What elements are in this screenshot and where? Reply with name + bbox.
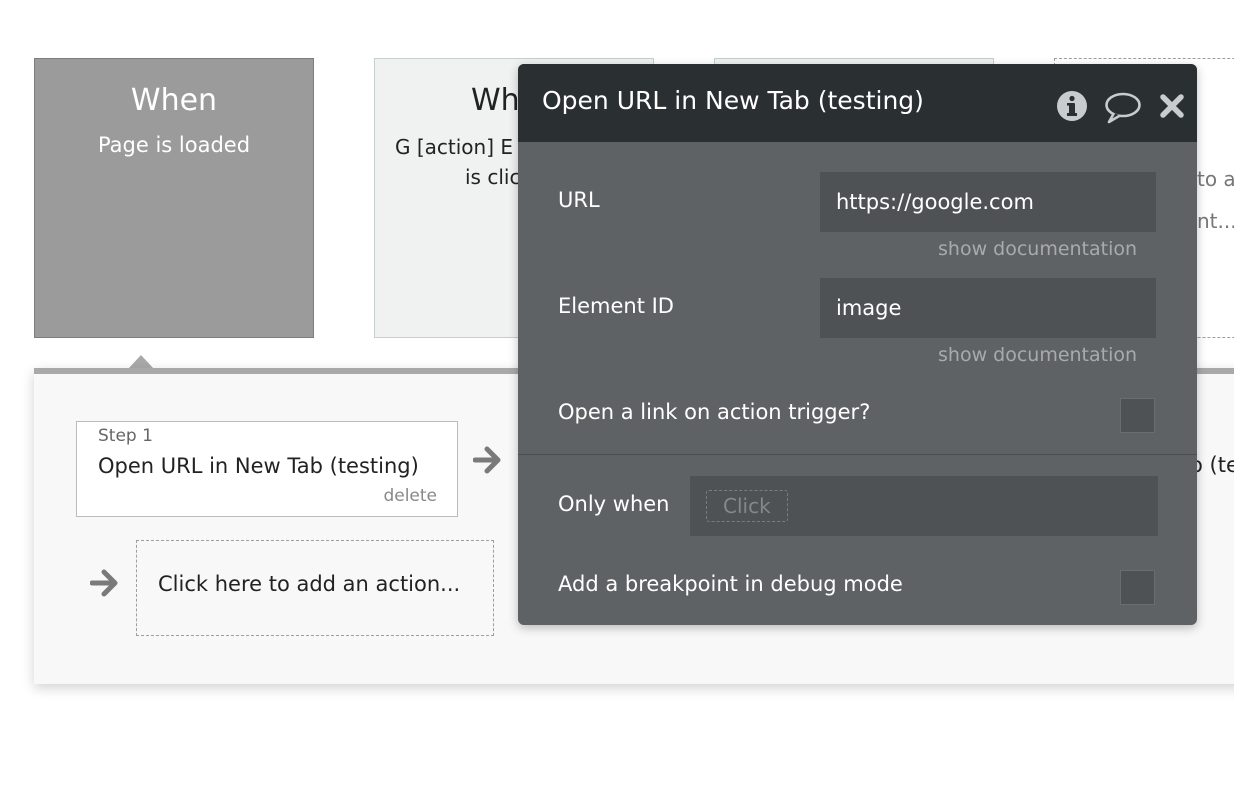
only-when-input[interactable]: Click <box>690 476 1158 536</box>
arrow-right-icon <box>89 566 120 604</box>
event-card-title: When <box>130 83 218 118</box>
event-card-subtitle: Page is loaded <box>97 133 251 157</box>
click-placeholder-chip[interactable]: Click <box>706 490 788 522</box>
add-action-button[interactable]: Click here to add an action... <box>136 540 494 636</box>
only-when-label: Only when <box>558 492 670 516</box>
breakpoint-checkbox[interactable] <box>1120 570 1155 605</box>
event-card-subtitle-line2: is clic <box>465 165 521 189</box>
add-event-text-line2: nt... <box>1197 209 1234 233</box>
element-id-show-documentation-link[interactable]: show documentation <box>938 344 1137 366</box>
url-label: URL <box>558 188 600 212</box>
panel-pointer <box>128 355 154 369</box>
event-card-title: Wh <box>471 83 520 118</box>
comment-icon[interactable] <box>1104 91 1142 129</box>
delete-step-link[interactable]: delete <box>383 486 437 506</box>
action-property-editor: Open URL in New Tab (testing) URL https:… <box>518 64 1197 625</box>
step-label: Step 1 <box>98 426 153 446</box>
event-card-subtitle: G [action] E <box>395 135 514 159</box>
popup-title: Open URL in New Tab (testing) <box>542 86 924 115</box>
step-1-card[interactable]: Step 1 Open URL in New Tab (testing) del… <box>76 421 458 517</box>
popup-header: Open URL in New Tab (testing) <box>518 64 1197 142</box>
event-card-page-loaded[interactable]: When Page is loaded <box>34 58 314 338</box>
breakpoint-label: Add a breakpoint in debug mode <box>558 572 903 596</box>
info-icon[interactable] <box>1056 90 1088 126</box>
open-link-label: Open a link on action trigger? <box>558 400 871 424</box>
open-link-checkbox[interactable] <box>1120 398 1155 433</box>
divider <box>518 454 1197 455</box>
url-show-documentation-link[interactable]: show documentation <box>938 238 1137 260</box>
close-icon[interactable] <box>1159 93 1185 123</box>
add-event-text: to a <box>1197 167 1234 191</box>
element-id-label: Element ID <box>558 294 674 318</box>
element-id-input[interactable]: image <box>820 278 1156 338</box>
url-input[interactable]: https://google.com <box>820 172 1156 232</box>
step-name: Open URL in New Tab (testing) <box>98 454 419 478</box>
add-action-label: Click here to add an action... <box>158 572 461 596</box>
arrow-right-icon <box>472 443 503 481</box>
